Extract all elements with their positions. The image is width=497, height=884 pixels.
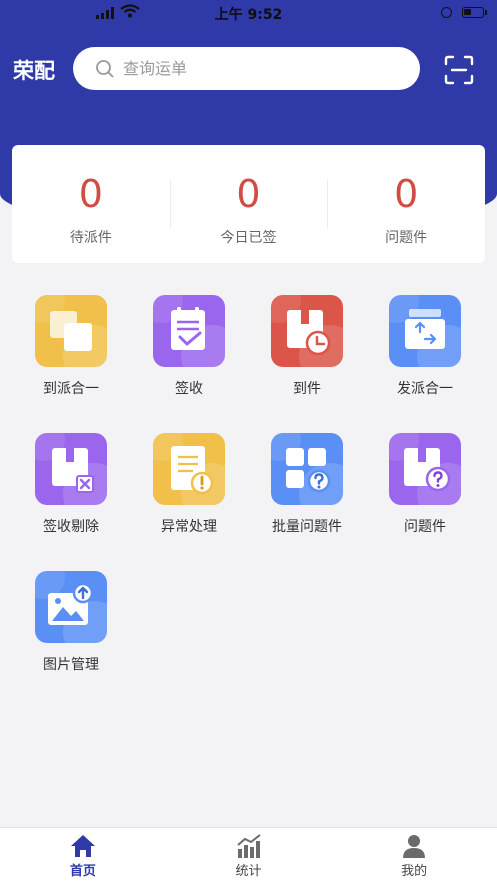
stats-card: 0 待派件 0 今日已签 0 问题件 <box>12 145 485 263</box>
stat-label: 今日已签 <box>220 230 277 246</box>
function-menu: 到派合一 签收 到件 发派合一 签收剔除 异常处理 批量问题件 问题件 图片管理 <box>12 295 485 674</box>
menu-sign[interactable]: 签收 <box>130 295 248 398</box>
menu-tile <box>35 433 107 505</box>
app-title: 荣配 <box>13 59 55 83</box>
search-icon <box>96 59 114 77</box>
stat-value: 0 <box>78 172 103 216</box>
menu-label: 发派合一 <box>397 381 453 397</box>
menu-tile <box>153 433 225 505</box>
menu-tile <box>35 295 107 367</box>
stat-label: 问题件 <box>385 230 428 246</box>
user-icon <box>403 835 426 858</box>
menu-label: 异常处理 <box>161 519 217 535</box>
menu-label: 到派合一 <box>43 381 99 397</box>
tab-profile[interactable]: 我的 <box>331 828 497 884</box>
stat-value: 0 <box>394 172 419 216</box>
chart-icon <box>236 834 261 858</box>
package-transfer-icon <box>405 309 445 349</box>
document-alert-icon <box>171 446 214 495</box>
image-upload-icon <box>48 582 94 625</box>
search-input[interactable] <box>121 58 405 79</box>
battery-tip <box>485 10 487 15</box>
tab-label: 我的 <box>401 864 428 879</box>
menu-label: 签收 <box>175 381 203 397</box>
menu-problem-items[interactable]: 问题件 <box>366 433 484 536</box>
package-clock-icon <box>287 310 331 356</box>
menu-exception-handling[interactable]: 异常处理 <box>130 433 248 536</box>
status-bar: 上午 9:52 <box>0 0 497 26</box>
tab-statistics[interactable]: 统计 <box>166 828 332 884</box>
menu-label: 批量问题件 <box>272 519 342 535</box>
tab-bar: 首页 统计 我的 <box>0 827 497 884</box>
clipboard-check-icon <box>171 307 205 350</box>
menu-arrival[interactable]: 到件 <box>248 295 366 398</box>
orientation-lock-icon <box>441 7 452 18</box>
menu-tile <box>389 295 461 367</box>
menu-label: 签收剔除 <box>43 519 99 535</box>
tab-home[interactable]: 首页 <box>0 828 166 884</box>
menu-tile <box>271 295 343 367</box>
status-time: 上午 9:52 <box>214 7 283 23</box>
scan-icon[interactable] <box>444 55 474 85</box>
menu-image-management[interactable]: 图片管理 <box>12 571 130 674</box>
menu-tile <box>35 571 107 643</box>
package-remove-icon <box>52 448 94 493</box>
stat-label: 待派件 <box>69 230 112 246</box>
search-bar[interactable] <box>73 47 420 90</box>
battery-icon <box>462 7 484 18</box>
menu-send-dispatch[interactable]: 发派合一 <box>366 295 484 398</box>
stat-signed-today[interactable]: 0 今日已签 <box>169 145 328 263</box>
menu-tile <box>271 433 343 505</box>
menu-label: 到件 <box>293 381 321 397</box>
grid-question-icon <box>286 448 331 493</box>
stat-pending-delivery[interactable]: 0 待派件 <box>12 145 170 263</box>
home-icon <box>70 835 95 857</box>
menu-label: 问题件 <box>404 519 446 535</box>
stat-problem-items[interactable]: 0 问题件 <box>327 145 485 263</box>
menu-label: 图片管理 <box>43 657 99 673</box>
menu-sign-remove[interactable]: 签收剔除 <box>12 433 130 536</box>
menu-tile <box>389 433 461 505</box>
package-question-icon <box>404 448 451 492</box>
tab-label: 首页 <box>69 864 96 879</box>
menu-batch-problems[interactable]: 批量问题件 <box>248 433 366 536</box>
menu-arrive-dispatch[interactable]: 到派合一 <box>12 295 130 398</box>
stacked-squares-icon <box>50 311 92 351</box>
tab-label: 统计 <box>235 864 262 879</box>
stat-value: 0 <box>236 172 261 216</box>
menu-tile <box>153 295 225 367</box>
